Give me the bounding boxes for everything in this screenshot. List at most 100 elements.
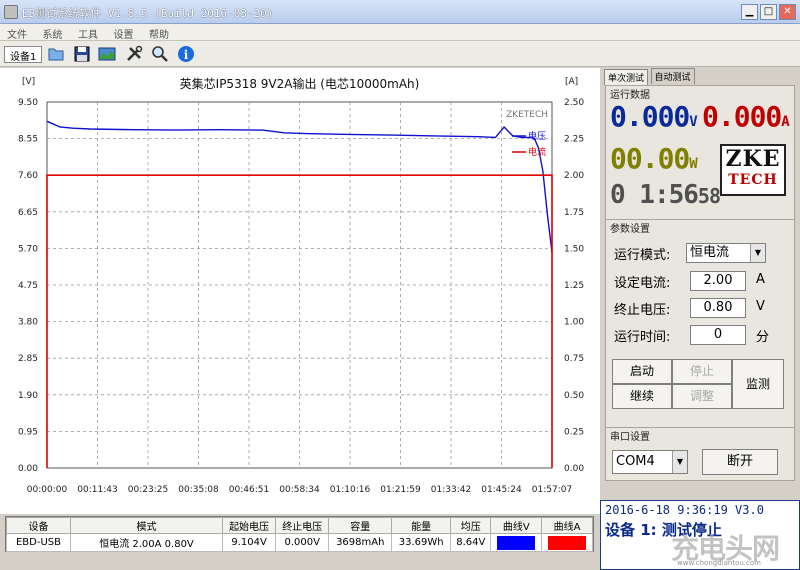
info-icon[interactable]: i — [176, 44, 196, 64]
y-right-tick-label: 2.00 — [564, 171, 584, 181]
table-cell: 8.64V — [450, 533, 492, 552]
chevron-down-icon: ▼ — [672, 451, 687, 473]
port-select[interactable]: COM4 ▼ — [612, 450, 688, 474]
menu-file[interactable]: 文件 — [0, 24, 32, 41]
table-header-row: 设备 模式 起始电压 终止电压 容量 能量 均压 曲线V 曲线A — [6, 517, 593, 534]
params-label: 参数设置 — [610, 224, 650, 235]
tab-auto-test[interactable]: 自动测试 — [650, 68, 695, 84]
y-left-tick-label: 7.60 — [18, 171, 38, 181]
close-button[interactable]: ✕ — [779, 4, 796, 20]
power-value: 00.00 — [610, 142, 690, 175]
mode-value: 恒电流 — [690, 245, 730, 260]
table-header: 均压 — [450, 517, 492, 534]
current-unit: A — [781, 114, 790, 130]
start-button[interactable]: 启动 — [612, 359, 672, 384]
table-cell: 33.69Wh — [391, 533, 452, 552]
x-tick-label: 01:45:24 — [481, 485, 522, 495]
open-file-icon[interactable] — [46, 44, 66, 64]
x-tick-label: 00:23:25 — [128, 485, 168, 495]
curve-a-cell[interactable] — [541, 533, 593, 552]
y-right-tick-label: 1.75 — [564, 208, 584, 218]
y-left-tick-label: 0.00 — [18, 464, 38, 474]
table-header: 设备 — [6, 517, 71, 534]
result-table: 设备 模式 起始电压 终止电压 容量 能量 均压 曲线V 曲线A EBD-USB… — [5, 516, 594, 552]
end-voltage-input[interactable]: 0.80 — [690, 298, 746, 318]
y-right-tick-label: 1.25 — [564, 281, 584, 291]
menu-bar: 文件 系统 工具 设置 帮助 — [0, 24, 800, 41]
logo-line1: ZKE — [725, 146, 781, 172]
disconnect-button[interactable]: 断开 — [702, 449, 778, 475]
search-icon[interactable] — [150, 44, 170, 64]
serial-label: 串口设置 — [610, 432, 650, 443]
y-left-tick-label: 9.50 — [18, 98, 38, 108]
mode-tabs: 单次测试 自动测试 — [604, 68, 695, 85]
monitor-button[interactable]: 监测 — [732, 359, 784, 409]
zke-logo: ZKE TECH — [720, 144, 786, 196]
chart-image-icon[interactable] — [97, 44, 117, 64]
mode-label: 运行模式: — [614, 248, 671, 263]
table-header: 曲线V — [490, 517, 543, 534]
curve-v-cell[interactable] — [490, 533, 543, 552]
menu-help[interactable]: 帮助 — [142, 24, 174, 41]
chart-panel: 9.50 2.50 8.55 2.25 7.60 2.00 6.65 1.75 5.70 1.50… — [0, 68, 600, 514]
x-tick-label: 01:21:59 — [380, 485, 421, 495]
stop-button[interactable]: 停止 — [672, 359, 732, 384]
tab-single-test[interactable]: 单次测试 — [604, 69, 649, 85]
control-panel: 单次测试 自动测试 运行数据 0.000V 0.000A 00.00W 0 1:… — [600, 68, 800, 500]
x-tick-label: 00:00:00 — [27, 485, 68, 495]
menu-tools[interactable]: 工具 — [71, 24, 103, 41]
y-left-tick-label: 0.95 — [18, 427, 38, 437]
voltage-unit: V — [689, 114, 698, 130]
time-readout: 0 1:5658 — [610, 180, 721, 210]
table-cell: 0.000V — [275, 533, 330, 552]
menu-settings[interactable]: 设置 — [107, 24, 139, 41]
y-left-tick-label: 3.80 — [18, 318, 38, 328]
y-right-tick-label: 2.25 — [564, 135, 584, 145]
table-cell: 3698mAh — [328, 533, 393, 552]
chart-title: 英集芯IP5318 9V2A输出 (电芯10000mAh) — [180, 76, 420, 91]
time-value: 0 1:56 — [610, 180, 699, 210]
y-left-unit: [V] — [22, 77, 35, 87]
save-icon[interactable] — [72, 44, 92, 64]
mode-select[interactable]: 恒电流 ▼ — [686, 243, 766, 263]
curve-v-swatch — [497, 535, 536, 550]
set-current-label: 设定电流: — [614, 276, 671, 291]
table-header: 能量 — [391, 517, 452, 534]
run-time-input[interactable]: 0 — [690, 325, 746, 345]
current-readout: 0.000A — [702, 100, 790, 133]
x-tick-label: 01:57:07 — [532, 485, 572, 495]
device-tab[interactable]: 设备1 — [4, 46, 43, 63]
y-left-tick-label: 2.85 — [18, 354, 38, 364]
minimize-button[interactable]: ▁ — [741, 4, 758, 20]
logo-line2: TECH — [728, 172, 778, 188]
table-row[interactable]: EBD-USB 恒电流 2.00A 0.80V 9.104V 0.000V 36… — [6, 533, 593, 552]
end-voltage-label: 终止电压: — [614, 303, 671, 318]
y-right-tick-label: 0.25 — [564, 427, 584, 437]
x-tick-label: 01:33:42 — [431, 485, 471, 495]
power-readout: 00.00W — [610, 142, 698, 175]
table-cell: 9.104V — [221, 533, 277, 552]
title-bar: EB测试系统软件 V1.8.5 (Build 2016-03-20) ▁ □ ✕ — [0, 0, 800, 24]
port-value: COM4 — [616, 454, 655, 469]
set-current-input[interactable]: 2.00 — [690, 271, 746, 291]
toolbar: 设备1 i — [0, 41, 800, 67]
menu-system[interactable]: 系统 — [36, 24, 68, 41]
serial-group: 串口设置 COM4 ▼ 断开 — [605, 427, 795, 481]
table-header: 起始电压 — [221, 517, 277, 534]
run-data-label: 运行数据 — [610, 90, 650, 101]
table-header: 终止电压 — [275, 517, 330, 534]
voltage-readout: 0.000V — [610, 100, 698, 133]
maximize-button[interactable]: □ — [760, 4, 777, 20]
chart-watermark: ZKETECH — [506, 110, 548, 120]
continue-button[interactable]: 继续 — [612, 384, 672, 409]
tools-icon[interactable] — [124, 44, 144, 64]
svg-text:i: i — [184, 48, 189, 62]
table-header: 曲线A — [541, 517, 593, 534]
table-cell: 恒电流 2.00A 0.80V — [70, 533, 223, 552]
curve-a-swatch — [548, 535, 587, 550]
x-tick-label: 01:10:16 — [330, 485, 371, 495]
y-right-tick-label: 0.75 — [564, 354, 584, 364]
site-watermark-url: www.chongdiantou.com — [677, 559, 761, 567]
table-header: 容量 — [328, 517, 393, 534]
adjust-button[interactable]: 调整 — [672, 384, 732, 409]
